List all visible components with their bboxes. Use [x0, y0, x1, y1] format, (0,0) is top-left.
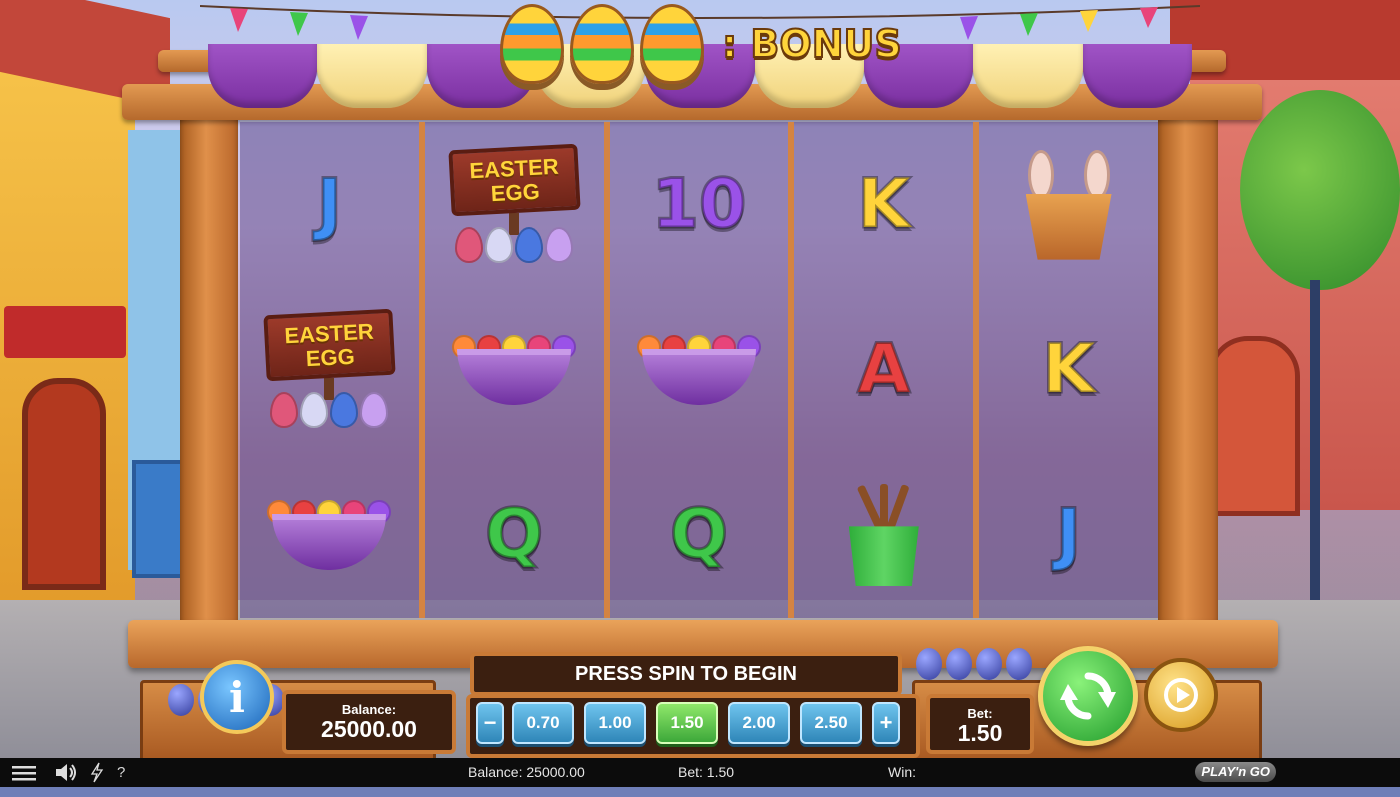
tree [1240, 90, 1400, 290]
symbol-candy-bowl [452, 334, 577, 405]
paint-bucket-icon [848, 526, 919, 587]
reel-cell: EASTER EGG [240, 287, 419, 452]
bet-option-selected[interactable]: 1.50 [656, 702, 718, 744]
symbol-a: A [856, 329, 912, 409]
bonus-egg-icon [500, 4, 564, 84]
symbol-bunny-pot [1025, 149, 1112, 260]
symbol-paint-bucket [848, 484, 919, 587]
reel-cell [794, 453, 973, 618]
left-post [180, 110, 238, 640]
reel-cell: A [794, 287, 973, 452]
eggs-icon [270, 391, 389, 428]
candy-bowl-icon [272, 514, 387, 571]
reel-cell [425, 287, 604, 452]
bonus-egg-icon [570, 4, 634, 84]
reel-cell [610, 287, 789, 452]
info-button[interactable]: i [200, 660, 274, 734]
bonus-indicator: : BONUS [500, 4, 903, 84]
bet-decrease-button[interactable]: − [476, 702, 504, 744]
right-door [1208, 336, 1300, 516]
balance-panel: Balance: 25000.00 [282, 690, 456, 754]
help-icon[interactable]: ? [117, 758, 125, 787]
autoplay-icon [1164, 678, 1198, 712]
reel-4: K A [788, 122, 974, 618]
bunny-pot-icon [1025, 193, 1112, 260]
status-bar: ? Balance: 25000.00 Bet: 1.50 Win: PLAY'… [0, 758, 1400, 787]
bonus-egg-icon [640, 4, 704, 84]
symbol-candy-bowl [267, 500, 392, 571]
reel-cell [240, 453, 419, 618]
symbol-easter-egg-sign: EASTER EGG [263, 308, 396, 428]
symbol-j: J [1054, 495, 1082, 575]
sound-icon[interactable] [54, 758, 78, 787]
reel-3: 10 Q [603, 122, 789, 618]
bet-option[interactable]: 1.00 [584, 702, 646, 744]
easter-egg-sign-label: EASTER EGG [263, 308, 396, 382]
symbol-q: Q [669, 495, 730, 575]
reel-2: EASTER EGG Q [418, 122, 604, 618]
autoplay-button[interactable] [1144, 658, 1218, 732]
reel-cell: Q [425, 453, 604, 618]
balance-label: Balance: [341, 702, 397, 717]
reel-cell: 10 [610, 122, 789, 287]
eggs-icon [455, 226, 574, 263]
bet-option[interactable]: 0.70 [512, 702, 574, 744]
reel-5: K J [973, 122, 1158, 618]
statusbar-balance: Balance: 25000.00 [468, 764, 585, 780]
playngo-logo: PLAY'n GO [1195, 762, 1276, 782]
turbo-icon[interactable] [90, 758, 104, 787]
menu-icon[interactable] [12, 758, 36, 787]
statusbar-bet: Bet: 1.50 [678, 764, 735, 780]
reel-cell: EASTER EGG [425, 122, 604, 287]
symbol-k: K [856, 164, 912, 244]
reel-cell: J [979, 453, 1158, 618]
bonus-label: : BONUS [721, 21, 903, 67]
spin-icon [1060, 672, 1116, 720]
bet-option[interactable]: 2.00 [728, 702, 790, 744]
symbol-q: Q [484, 495, 545, 575]
blue-eggs-icon [916, 648, 1032, 680]
right-post [1158, 110, 1218, 640]
happy-easter-banner [4, 306, 126, 358]
reel-cell: K [794, 122, 973, 287]
bet-option[interactable]: 2.50 [800, 702, 862, 744]
bet-label: Bet: [967, 706, 993, 721]
left-door [22, 378, 106, 590]
symbol-easter-egg-sign: EASTER EGG [447, 143, 581, 263]
symbol-candy-bowl [636, 334, 761, 405]
reel-1: J EASTER EGG [240, 122, 419, 618]
bet-value: 1.50 [957, 720, 1003, 746]
candy-bowl-icon [641, 348, 756, 405]
statusbar-win: Win: [888, 764, 916, 780]
symbol-10: 10 [650, 164, 748, 244]
easter-egg-sign-label: EASTER EGG [447, 143, 581, 216]
symbol-j: J [315, 164, 343, 244]
bet-increase-button[interactable]: + [872, 702, 900, 744]
spin-button[interactable] [1038, 646, 1138, 746]
reel-cell [979, 122, 1158, 287]
reel-cell: J [240, 122, 419, 287]
balance-value: 25000.00 [321, 716, 417, 742]
reel-cell: Q [610, 453, 789, 618]
street-lamp [1310, 280, 1320, 620]
reel-cell: K [979, 287, 1158, 452]
symbol-k: K [1041, 329, 1097, 409]
reel-area[interactable]: J EASTER EGG EASTER EGG Q 10 Q K A K J [240, 122, 1158, 618]
bet-panel: Bet: 1.50 [926, 694, 1034, 754]
status-message: PRESS SPIN TO BEGIN [470, 652, 902, 696]
candy-bowl-icon [457, 348, 572, 405]
